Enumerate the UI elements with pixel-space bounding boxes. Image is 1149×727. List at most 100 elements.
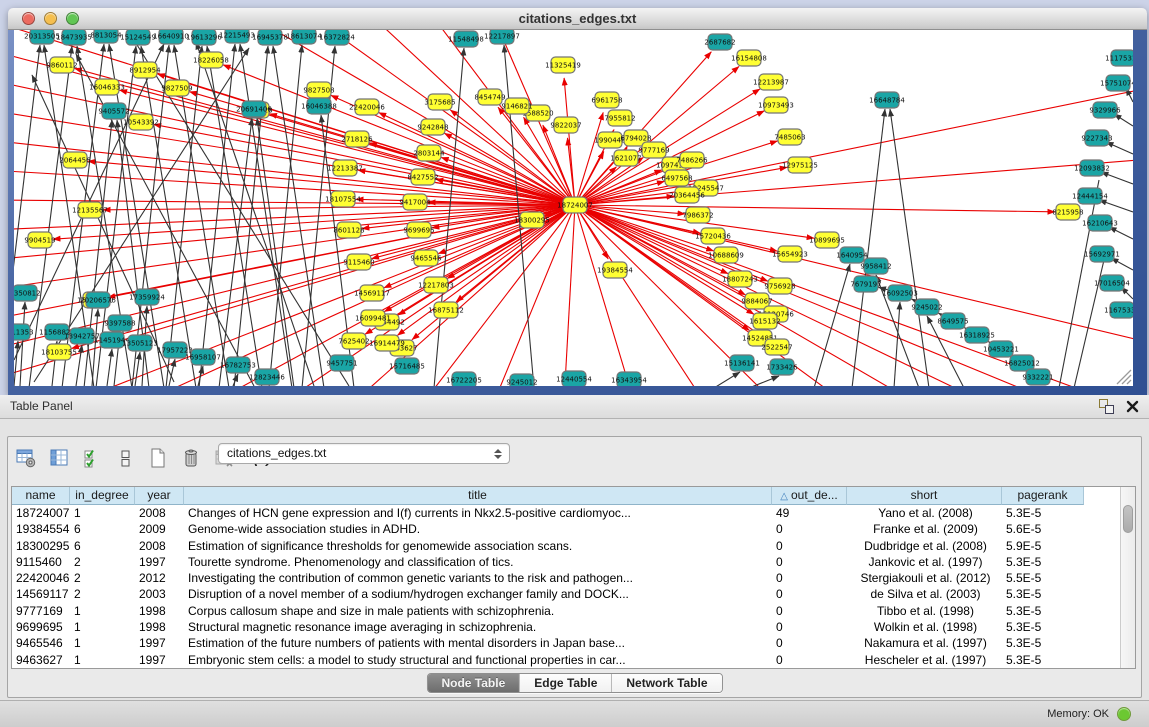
table-selector-dropdown[interactable]: citations_edges.txt — [218, 443, 510, 464]
graph-node[interactable]: 16154808 — [731, 50, 767, 66]
table-cell[interactable]: 5.3E-5 — [1002, 505, 1084, 521]
split-rows-icon[interactable] — [113, 446, 137, 470]
table-cell[interactable]: Disruption of a novel member of a sodium… — [184, 586, 772, 602]
graph-node[interactable]: 9699695 — [403, 222, 434, 238]
table-cell[interactable]: 0 — [772, 635, 847, 651]
graph-node[interactable]: 8813054 — [90, 30, 122, 43]
column-select-icon[interactable] — [47, 446, 71, 470]
table-cell[interactable]: 1 — [70, 603, 135, 619]
graph-node[interactable]: 18103755 — [41, 344, 77, 360]
table-cell[interactable]: Investigating the contribution of common… — [184, 570, 772, 586]
table-cell[interactable]: 1998 — [135, 619, 184, 635]
window-titlebar[interactable]: citations_edges.txt — [8, 8, 1147, 30]
table-cell[interactable] — [1084, 521, 1122, 537]
table-cell[interactable] — [1084, 505, 1122, 521]
graph-node[interactable]: 1640954 — [836, 247, 868, 263]
graph-node[interactable]: 9958412 — [860, 258, 891, 274]
table-cell[interactable]: 19384554 — [12, 521, 70, 537]
table-cell[interactable]: 0 — [772, 652, 847, 668]
tab-network-table[interactable]: Network Table — [612, 674, 721, 692]
graph-node[interactable]: 9397588 — [104, 315, 135, 331]
graph-node[interactable]: 7486266 — [676, 152, 708, 168]
table-cell[interactable]: Genome-wide association studies in ADHD. — [184, 521, 772, 537]
graph-node[interactable]: 7485063 — [774, 129, 805, 145]
table-row[interactable]: 946362711997Embryonic stem cells: a mode… — [12, 652, 1135, 668]
table-cell[interactable]: 0 — [772, 586, 847, 602]
table-cell[interactable]: 1 — [70, 619, 135, 635]
row-check-icon[interactable] — [80, 446, 104, 470]
graph-node[interactable]: 9329966 — [1089, 102, 1121, 118]
table-cell[interactable]: 9777169 — [12, 603, 70, 619]
table-cell[interactable] — [1084, 554, 1122, 570]
graph-node[interactable]: 1615132 — [749, 313, 780, 329]
table-cell[interactable]: 1997 — [135, 554, 184, 570]
table-cell[interactable]: 9465546 — [12, 635, 70, 651]
graph-node[interactable]: 19613296 — [186, 30, 222, 45]
graph-node[interactable]: 12213987 — [753, 74, 789, 90]
graph-node[interactable]: 16318925 — [959, 327, 995, 343]
table-cell[interactable]: 18300295 — [12, 538, 70, 554]
table-cell[interactable]: 5.3E-5 — [1002, 619, 1084, 635]
graph-node[interactable]: 9827509 — [161, 80, 192, 96]
table-cell[interactable]: Structural magnetic resonance image aver… — [184, 619, 772, 635]
graph-node[interactable]: 16945378 — [252, 30, 288, 45]
graph-node[interactable]: 9904519 — [24, 232, 55, 248]
table-cell[interactable]: Estimation of significance thresholds fo… — [184, 538, 772, 554]
graph-node[interactable]: 9115460 — [343, 254, 374, 270]
graph-node[interactable]: 8601128 — [333, 222, 364, 238]
graph-node[interactable]: 16092503 — [882, 285, 918, 301]
graph-node[interactable]: 11175311 — [1105, 50, 1133, 66]
graph-node[interactable]: 15716485 — [389, 358, 425, 374]
close-panel-icon[interactable] — [1126, 400, 1139, 413]
graph-node[interactable]: 9146821 — [501, 98, 532, 114]
table-cell[interactable]: 0 — [772, 570, 847, 586]
graph-node[interactable]: 1733426 — [766, 359, 798, 375]
graph-node[interactable]: 18613074 — [286, 30, 322, 44]
graph-node[interactable]: 9465546 — [410, 250, 442, 266]
graph-node[interactable]: 15124549 — [120, 30, 156, 45]
column-header-title[interactable]: title — [184, 487, 772, 505]
table-cell[interactable]: 2008 — [135, 505, 184, 521]
table-cell[interactable]: 6 — [70, 538, 135, 554]
table-settings-icon[interactable] — [14, 446, 38, 470]
table-cell[interactable]: 5.3E-5 — [1002, 635, 1084, 651]
new-document-icon[interactable] — [146, 446, 170, 470]
table-cell[interactable]: 0 — [772, 521, 847, 537]
table-cell[interactable]: 2012 — [135, 570, 184, 586]
graph-node[interactable]: 12440554 — [556, 371, 592, 386]
table-cell[interactable] — [1084, 619, 1122, 635]
table-cell[interactable]: Jankovic et al. (1997) — [847, 554, 1002, 570]
graph-node[interactable]: 2522547 — [761, 339, 792, 355]
table-cell[interactable]: 1998 — [135, 603, 184, 619]
graph-node[interactable]: 19384554 — [597, 262, 633, 278]
graph-node[interactable]: 16782753 — [220, 357, 256, 373]
table-cell[interactable]: 9115460 — [12, 554, 70, 570]
column-header-name[interactable]: name — [12, 487, 70, 505]
table-row[interactable]: 969969511998Structural magnetic resonanc… — [12, 619, 1135, 635]
table-cell[interactable]: 5.6E-5 — [1002, 521, 1084, 537]
table-cell[interactable]: Tourette syndrome. Phenomenology and cla… — [184, 554, 772, 570]
graph-node[interactable]: 9822037 — [550, 117, 581, 133]
graph-node[interactable]: 10899695 — [809, 232, 845, 248]
table-cell[interactable]: 2009 — [135, 521, 184, 537]
graph-node[interactable]: 1621077 — [610, 150, 641, 166]
graph-node[interactable]: 12215493 — [219, 30, 255, 43]
table-cell[interactable]: Corpus callosum shape and size in male p… — [184, 603, 772, 619]
table-cell[interactable]: Dudbridge et al. (2008) — [847, 538, 1002, 554]
graph-node[interactable]: 10543392 — [123, 114, 159, 130]
table-cell[interactable]: 5.3E-5 — [1002, 603, 1084, 619]
table-cell[interactable] — [1084, 603, 1122, 619]
graph-node[interactable]: 16640910 — [153, 30, 189, 44]
table-cell[interactable]: Embryonic stem cells: a model to study s… — [184, 652, 772, 668]
graph-node[interactable]: 9417004 — [399, 194, 431, 210]
graph-node[interactable]: 2687682 — [704, 34, 735, 50]
table-cell[interactable] — [1084, 635, 1122, 651]
table-cell[interactable]: 1 — [70, 505, 135, 521]
table-row[interactable]: 946554611997Estimation of the future num… — [12, 635, 1135, 651]
graph-node[interactable]: 9332221 — [1022, 369, 1053, 385]
graph-node[interactable]: 16372824 — [319, 30, 355, 45]
network-canvas[interactable]: 1872400722420046271812612213387181075548… — [14, 30, 1133, 386]
graph-node[interactable]: 9827508 — [303, 82, 334, 98]
table-cell[interactable] — [1084, 538, 1122, 554]
table-cell[interactable]: Wolkin et al. (1998) — [847, 619, 1002, 635]
